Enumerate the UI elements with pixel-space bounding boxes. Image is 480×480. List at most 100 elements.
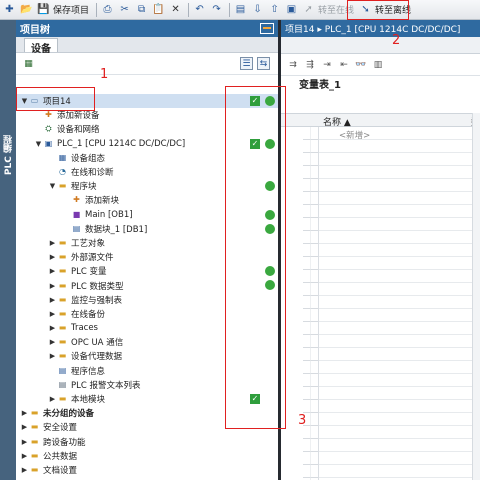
tree-item[interactable]: ▶ ▬ 公共数据 <box>16 449 278 463</box>
project-tree-toolbar: ▦ ☰ ⇆ <box>16 53 278 75</box>
db-block-icon: ▤ <box>72 223 81 233</box>
annotation-label-3: 3 <box>298 413 307 428</box>
folder-icon: ▬ <box>30 450 39 460</box>
add-block-icon: ✚ <box>73 195 80 205</box>
overview-icon[interactable]: ☰ <box>240 57 253 70</box>
add-device-icon: ✚ <box>45 110 52 120</box>
editor-scrollbar[interactable] <box>472 113 480 480</box>
expand-arrow-icon[interactable]: ▶ <box>48 239 57 247</box>
folder-icon: ▬ <box>58 394 67 404</box>
tag-table-grid[interactable] <box>319 127 480 480</box>
expand-arrow-icon[interactable]: ▶ <box>48 282 57 290</box>
expand-arrow-icon[interactable]: ▶ <box>48 267 57 275</box>
undo-icon[interactable]: ↶ <box>192 2 207 17</box>
tree-item-label: Traces <box>71 323 98 334</box>
tree-item-label: 数据块_1 [DB1] <box>85 224 148 235</box>
tree-item[interactable]: ▶ ▬ 文档设置 <box>16 463 278 477</box>
tree-item-label: 跨设备功能 <box>43 437 86 448</box>
online-view-icon[interactable]: ⇆ <box>257 57 270 70</box>
project-tree-tabs: 设备 <box>16 37 278 55</box>
folder-icon: ▬ <box>58 351 67 361</box>
tree-item-label: 外部源文件 <box>71 253 114 264</box>
plc-programming-label: PLC 编程 <box>4 135 14 176</box>
folder-icon: ▬ <box>58 308 67 318</box>
tree-item[interactable]: ▶ ▬ 跨设备功能 <box>16 435 278 449</box>
vertical-task-strip[interactable]: PLC 编程 <box>0 20 16 480</box>
column-settings-icon[interactable]: ▥ <box>372 59 384 71</box>
device-config-icon: ▦ <box>58 152 67 162</box>
monitor-icon[interactable]: 👓 <box>355 59 367 71</box>
tree-item-label: OPC UA 通信 <box>71 338 124 349</box>
new-tag-placeholder[interactable]: <新增> <box>339 129 370 141</box>
cut-icon[interactable]: ✂ <box>117 2 132 17</box>
annotation-label-2: 2 <box>392 33 401 48</box>
simulate-icon[interactable]: ▣ <box>284 2 299 17</box>
alarm-text-icon: ▤ <box>58 379 67 389</box>
toolbar-divider <box>188 2 190 17</box>
tree-item-label: 添加新设备 <box>57 111 100 122</box>
tree-item-label: 设备代理数据 <box>71 352 123 363</box>
save-icon[interactable]: 💾 <box>36 2 51 17</box>
expand-arrow-icon[interactable]: ▶ <box>20 409 29 417</box>
editor-breadcrumb: 项目14 ▸ PLC_1 [CPU 1214C DC/DC/DC] <box>281 20 480 37</box>
tree-item-label: PLC 数据类型 <box>71 281 124 292</box>
minimize-panel-icon[interactable] <box>260 23 274 34</box>
new-project-icon[interactable]: ✚ <box>2 2 17 17</box>
tab-devices[interactable]: 设备 <box>24 38 58 55</box>
redo-icon[interactable]: ↷ <box>209 2 224 17</box>
collapse-arrow-icon[interactable]: ▼ <box>48 182 57 190</box>
tree-item-label: 设备组态 <box>71 153 106 164</box>
import-icon[interactable]: ⇤ <box>338 59 350 71</box>
project-tree-title: 项目树 <box>20 25 50 36</box>
folder-icon: ▬ <box>58 237 67 247</box>
expand-arrow-icon[interactable]: ▶ <box>20 423 29 431</box>
expand-arrow-icon[interactable]: ▶ <box>48 352 57 360</box>
expand-arrow-icon[interactable]: ▶ <box>48 310 57 318</box>
tree-item-label: 本地模块 <box>71 395 106 406</box>
folder-icon: ▬ <box>58 252 67 262</box>
toolbar-divider <box>96 2 98 17</box>
expand-arrow-icon[interactable]: ▶ <box>48 324 57 332</box>
export-icon[interactable]: ⇥ <box>321 59 333 71</box>
folder-icon: ▬ <box>58 181 67 191</box>
folder-icon: ▬ <box>58 337 67 347</box>
compile-icon[interactable]: ▤ <box>233 2 248 17</box>
diagnostics-icon: ◔ <box>59 167 66 177</box>
expand-arrow-icon[interactable]: ▶ <box>20 452 29 460</box>
tree-item-label: 在线和诊断 <box>71 168 114 179</box>
expand-arrow-icon[interactable]: ▶ <box>48 338 57 346</box>
expand-arrow-icon[interactable]: ▶ <box>48 395 57 403</box>
copy-icon[interactable]: ⧉ <box>134 2 149 17</box>
project-tree-header: 项目树 <box>16 20 278 37</box>
go-online-icon: ➚ <box>304 4 313 15</box>
tree-item-label: 添加新块 <box>85 196 120 207</box>
expand-arrow-icon[interactable]: ▶ <box>20 438 29 446</box>
collapse-arrow-icon[interactable]: ▼ <box>34 140 43 148</box>
tree-item-label: Main [OB1] <box>85 209 133 220</box>
folder-icon: ▬ <box>30 408 39 418</box>
delete-icon[interactable]: ✕ <box>168 2 183 17</box>
print-icon[interactable]: ⎙ <box>100 2 115 17</box>
expand-arrow-icon[interactable]: ▶ <box>48 253 57 261</box>
tree-item-label: 文档设置 <box>43 465 78 476</box>
editor-tab-strip <box>281 37 480 54</box>
cpu-icon: ▣ <box>44 138 53 148</box>
info-icon: ▤ <box>58 365 67 375</box>
tree-item-label: 在线备份 <box>71 309 106 320</box>
tree-item-label: PLC 报警文本列表 <box>71 380 141 391</box>
download-icon[interactable]: ⇩ <box>250 2 265 17</box>
open-project-icon[interactable]: 📂 <box>19 2 34 17</box>
tree-item-label: 公共数据 <box>43 451 78 462</box>
expand-arrow-icon[interactable]: ▶ <box>20 466 29 474</box>
upload-icon[interactable]: ⇧ <box>267 2 282 17</box>
insert-row-icon[interactable]: ⇉ <box>287 59 299 71</box>
table-view-icon[interactable]: ▦ <box>22 57 35 70</box>
annotation-box-project <box>16 87 95 111</box>
paste-icon[interactable]: 📋 <box>151 2 166 17</box>
add-row-icon[interactable]: ⇶ <box>304 59 316 71</box>
folder-icon: ▬ <box>58 280 67 290</box>
folder-icon: ▬ <box>58 266 67 276</box>
expand-arrow-icon[interactable]: ▶ <box>48 296 57 304</box>
table-column-header: 名称 ▲ 数 <box>281 113 480 128</box>
save-project-button[interactable]: 保存项目 <box>53 3 89 16</box>
